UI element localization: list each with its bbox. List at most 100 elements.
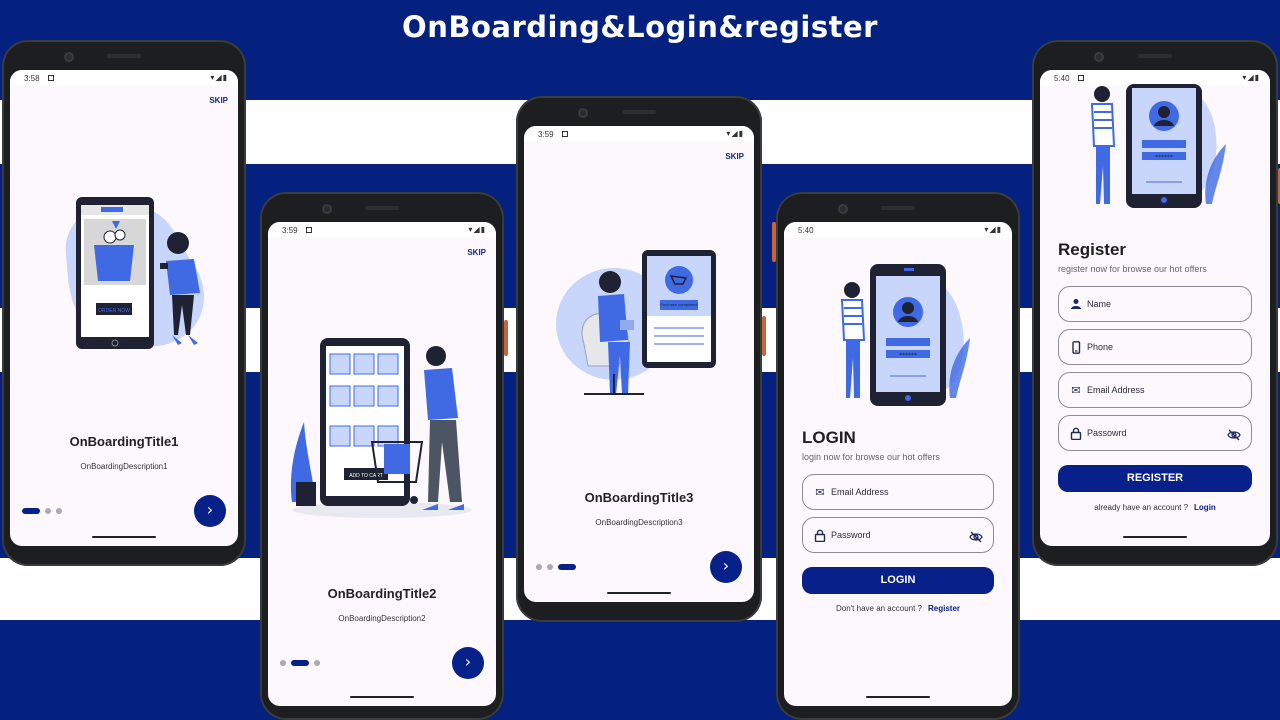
status-bar: 5:40 ▾◢▮: [784, 222, 1012, 238]
skip-button[interactable]: SKIP: [467, 248, 486, 257]
page-indicator: [22, 508, 62, 514]
phone-login: 5:40 ▾◢▮ ****** LOGIN login now for brow…: [772, 192, 1020, 720]
register-link[interactable]: Register: [928, 604, 960, 613]
page-dot-2[interactable]: [547, 564, 553, 570]
password-field[interactable]: Password: [802, 517, 994, 553]
page-dot-1[interactable]: [536, 564, 542, 570]
phone-register: 5:40 ▾◢▮ ****** Register register now fo…: [1032, 40, 1280, 566]
gesture-bar: [1123, 536, 1187, 538]
page-indicator: [280, 660, 320, 666]
camera: [1094, 52, 1104, 62]
status-bar: 3:58 ▾◢▮: [10, 70, 238, 86]
notification-icon: [48, 75, 54, 81]
page-dot-1[interactable]: [280, 660, 286, 666]
status-time: 3:59: [538, 130, 554, 139]
status-bar: 3:59 ▾◢▮: [268, 222, 496, 238]
purchase-completed-label: Purchase completed!: [660, 302, 698, 307]
side-button: [762, 316, 766, 356]
page-subtitle: register now for browse our hot offers: [1058, 264, 1207, 274]
eye-off-icon[interactable]: [1227, 427, 1241, 441]
login-prompt: already have an account ? Login: [1040, 503, 1270, 512]
screen: 3:59 ▾◢▮ SKIP Purchase completed! OnBoar…: [524, 126, 754, 602]
phone-icon: [1069, 341, 1083, 355]
next-button[interactable]: ›: [452, 647, 484, 679]
status-time: 5:40: [798, 226, 814, 235]
register-prompt-text: Don't have an account ?: [835, 604, 922, 613]
lock-icon: [1069, 427, 1083, 441]
screen: 3:58 ▾◢▮ SKIP ORDER NOW OnBoardingTitle1…: [10, 70, 238, 546]
phone-field[interactable]: Phone: [1058, 329, 1252, 365]
register-button[interactable]: REGISTER: [1058, 465, 1252, 492]
next-button[interactable]: ›: [710, 551, 742, 583]
signal-battery-icon: ▾◢▮: [210, 73, 228, 82]
gesture-bar: [866, 696, 930, 698]
status-time: 5:40: [1054, 74, 1070, 83]
register-prompt: Don't have an account ? Register: [784, 604, 1012, 613]
notification-icon: [562, 131, 568, 137]
lock-icon: [813, 529, 827, 543]
onboarding-description: OnBoardingDescription3: [595, 518, 683, 527]
password-field[interactable]: Passowrd: [1058, 415, 1252, 451]
onboarding-illustration: Purchase completed!: [556, 250, 716, 395]
page-title: LOGIN: [802, 428, 856, 447]
page-dot-2[interactable]: [291, 660, 309, 666]
onboarding-title: OnBoardingTitle2: [327, 586, 437, 601]
register-illustration: ******: [1090, 84, 1226, 208]
phone-onboarding-2: 3:59 ▾◢▮ SKIP ADD TO CART OnBoardingTitl…: [260, 192, 508, 720]
status-time: 3:58: [24, 74, 40, 83]
page-dot-3[interactable]: [558, 564, 576, 570]
camera: [322, 204, 332, 214]
name-field-label: Name: [1087, 299, 1112, 309]
screen: 5:40 ▾◢▮ ****** LOGIN login now for brow…: [784, 222, 1012, 706]
next-button[interactable]: ›: [194, 495, 226, 527]
side-button: [504, 320, 508, 356]
skip-button[interactable]: SKIP: [725, 152, 744, 161]
page-dot-2[interactable]: [45, 508, 51, 514]
phone-onboarding-1: 3:58 ▾◢▮ SKIP ORDER NOW OnBoardingTitle1…: [2, 40, 246, 566]
phone-onboarding-3: 3:59 ▾◢▮ SKIP Purchase completed! OnBoar…: [516, 96, 766, 622]
email-field[interactable]: ✉ Email Address: [802, 474, 994, 510]
email-field-label: Email Address: [1087, 385, 1145, 395]
banner-title: OnBoarding&Login&register: [402, 10, 878, 44]
eye-off-icon[interactable]: [969, 529, 983, 543]
page-dot-3[interactable]: [314, 660, 320, 666]
signal-battery-icon: ▾◢▮: [1242, 73, 1260, 82]
page-dot-1[interactable]: [22, 508, 40, 514]
background-stripe: [0, 620, 1280, 720]
camera: [578, 108, 588, 118]
screen: 3:59 ▾◢▮ SKIP ADD TO CART OnBoardingTitl…: [268, 222, 496, 706]
phone-field-label: Phone: [1087, 342, 1114, 352]
onboarding-title: OnBoardingTitle1: [69, 434, 179, 449]
onboarding-illustration: ADD TO CART: [290, 338, 472, 518]
chevron-right-icon: ›: [722, 556, 730, 575]
camera: [838, 204, 848, 214]
page-title: Register: [1058, 240, 1127, 259]
onboarding-description: OnBoardingDescription2: [338, 614, 426, 623]
onboarding-illustration: ORDER NOW: [65, 197, 205, 349]
order-now-label: ORDER NOW: [98, 308, 130, 314]
password-field-label: Passowrd: [1087, 428, 1127, 438]
login-link[interactable]: Login: [1194, 503, 1216, 512]
name-field[interactable]: Name: [1058, 286, 1252, 322]
skip-button[interactable]: SKIP: [209, 96, 228, 105]
side-button: [772, 222, 776, 262]
onboarding-description: OnBoardingDescription1: [80, 462, 168, 471]
page-dot-3[interactable]: [56, 508, 62, 514]
login-button[interactable]: LOGIN: [802, 567, 994, 594]
svg-text:******: ******: [1155, 154, 1173, 161]
page-subtitle: login now for browse our hot offers: [802, 452, 940, 462]
notification-icon: [306, 227, 312, 233]
chevron-right-icon: ›: [206, 500, 214, 519]
person-icon: [1069, 298, 1083, 312]
password-field-label: Password: [831, 530, 871, 540]
signal-battery-icon: ▾◢▮: [984, 225, 1002, 234]
screen: 5:40 ▾◢▮ ****** Register register now fo…: [1040, 70, 1270, 546]
email-field[interactable]: ✉ Email Address: [1058, 372, 1252, 408]
onboarding-title: OnBoardingTitle3: [584, 490, 694, 505]
status-time: 3:59: [282, 226, 298, 235]
login-illustration: ******: [840, 264, 970, 406]
email-field-label: Email Address: [831, 487, 889, 497]
chevron-right-icon: ›: [464, 652, 472, 671]
svg-text:******: ******: [899, 352, 917, 359]
login-prompt-text: already have an account ?: [1094, 503, 1189, 512]
